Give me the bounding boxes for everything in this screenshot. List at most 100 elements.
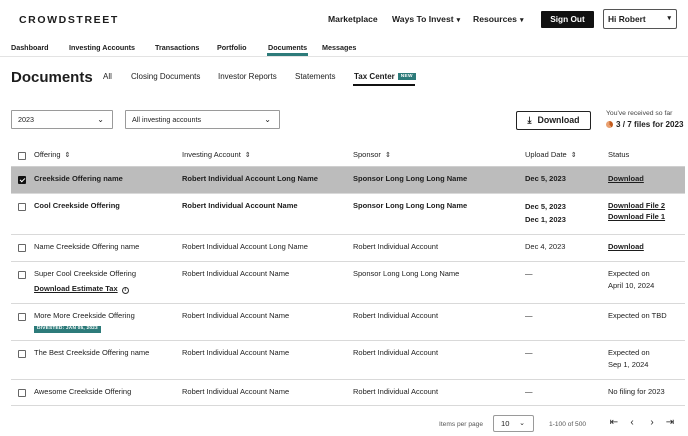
chevron-down-icon: ▾ xyxy=(519,17,524,24)
row-checkbox[interactable] xyxy=(18,176,26,184)
chevron-down-icon: ▾ xyxy=(456,17,461,24)
chevron-down-icon: ⌄ xyxy=(97,115,104,124)
year-select[interactable]: 2023 ⌄ xyxy=(11,110,113,129)
sponsor: Sponsor Long Long Long Name xyxy=(353,269,460,278)
divested-badge-wrap: DIVESTED: JAN 05, 2023 xyxy=(34,323,101,333)
nav-marketplace[interactable]: Marketplace xyxy=(328,14,378,24)
top-navigation: CROWDSTREET Marketplace Ways To Invest ▾ … xyxy=(0,0,688,38)
upload-date: — xyxy=(525,348,533,357)
upload-date: — xyxy=(525,269,533,278)
sponsor: Robert Individual Account xyxy=(353,387,439,396)
tab-tax-center[interactable]: Tax Center NEW xyxy=(354,72,416,81)
sponsor: Robert Individual Account xyxy=(353,311,439,320)
divider xyxy=(0,56,688,57)
page-title: Documents xyxy=(11,69,93,86)
previous-page-icon[interactable]: ‹ xyxy=(626,417,638,428)
accounts-select[interactable]: All investing accounts ⌄ xyxy=(125,110,280,129)
download-link[interactable]: Download xyxy=(608,241,644,253)
subnav-portfolio[interactable]: Portfolio xyxy=(217,43,247,52)
divested-badge: DIVESTED: JAN 05, 2023 xyxy=(34,326,101,333)
status-text: Expected on TBD xyxy=(608,311,667,320)
column-sponsor[interactable]: Sponsor ⇕ xyxy=(353,150,391,159)
pagination-range: 1-100 of 500 xyxy=(549,421,587,428)
subnav-documents[interactable]: Documents xyxy=(268,43,307,52)
row-checkbox[interactable] xyxy=(18,313,26,321)
upload-date: Dec 5, 2023 xyxy=(525,174,566,183)
investing-account: Robert Individual Account Name xyxy=(182,348,290,357)
row-checkbox[interactable] xyxy=(18,389,26,397)
table-row[interactable]: Awesome Creekside Offering Robert Indivi… xyxy=(11,380,685,406)
nav-ways-to-invest[interactable]: Ways To Invest ▾ xyxy=(392,14,460,24)
status-text: Expected on April 10, 2024 xyxy=(608,269,655,290)
row-checkbox[interactable] xyxy=(18,271,26,279)
items-per-page-label: Items per page xyxy=(439,421,483,428)
download-estimate-tax-link[interactable]: Download Estimate Tax i xyxy=(34,283,129,295)
investing-account: Robert Individual Account Long Name xyxy=(182,174,318,183)
offering-name: Super Cool Creekside Offering xyxy=(34,269,136,278)
sort-icon[interactable]: ⇕ xyxy=(245,152,251,159)
active-tab-indicator xyxy=(353,84,415,86)
row-checkbox[interactable] xyxy=(18,350,26,358)
sort-icon[interactable]: ⇕ xyxy=(385,152,391,159)
offering-name: More More Creekside Offering xyxy=(34,311,135,320)
row-checkbox[interactable] xyxy=(18,203,26,211)
table-header: Offering ⇕ Investing Account ⇕ Sponsor ⇕ Up… xyxy=(11,142,685,167)
column-upload-date[interactable]: Upload Date ⇕ xyxy=(525,150,577,159)
sponsor: Robert Individual Account xyxy=(353,242,439,251)
investing-account: Robert Individual Account Name xyxy=(182,311,290,320)
received-label: You've received so far xyxy=(606,110,673,117)
investing-account: Robert Individual Account Name xyxy=(182,201,298,210)
received-summary: 3 / 7 files for 2023 xyxy=(606,120,684,129)
sponsor: Sponsor Long Long Long Name xyxy=(353,174,468,183)
offering-name: Name Creekside Offering name xyxy=(34,242,140,251)
last-page-icon[interactable]: ⇥ xyxy=(664,417,676,428)
table-row[interactable]: Name Creekside Offering name Robert Indi… xyxy=(11,235,685,262)
table-row[interactable]: More More Creekside Offering DIVESTED: J… xyxy=(11,304,685,341)
table-row[interactable]: Creekside Offering name Robert Individua… xyxy=(11,167,685,194)
tab-investor-reports[interactable]: Investor Reports xyxy=(218,72,277,81)
tab-statements[interactable]: Statements xyxy=(295,72,335,81)
row-checkbox[interactable] xyxy=(18,244,26,252)
offering-name: Cool Creekside Offering xyxy=(34,201,120,210)
table-row[interactable]: Cool Creekside Offering Robert Individua… xyxy=(11,194,685,235)
investing-account: Robert Individual Account Name xyxy=(182,387,290,396)
subnav-investing-accounts[interactable]: Investing Accounts xyxy=(69,43,135,52)
investing-account: Robert Individual Account Long Name xyxy=(182,242,308,251)
offering-name: Creekside Offering name xyxy=(34,174,123,183)
items-per-page-select[interactable]: 10 ⌄ xyxy=(493,415,534,432)
sponsor: Robert Individual Account xyxy=(353,348,439,357)
tab-closing-documents[interactable]: Closing Documents xyxy=(131,72,200,81)
subnav-transactions[interactable]: Transactions xyxy=(155,43,199,52)
chevron-down-icon: ⌄ xyxy=(264,115,271,124)
next-page-icon[interactable]: › xyxy=(646,417,658,428)
info-icon[interactable]: i xyxy=(121,287,129,294)
column-status: Status xyxy=(608,150,630,159)
column-offering[interactable]: Offering ⇕ xyxy=(34,150,70,159)
table-row[interactable]: The Best Creekside Offering name Robert … xyxy=(11,341,685,380)
subnav-messages[interactable]: Messages xyxy=(322,43,356,52)
subnav-dashboard[interactable]: Dashboard xyxy=(11,43,49,52)
download-file-1-link[interactable]: Download File 1 xyxy=(608,211,665,223)
user-menu-select[interactable]: Hi Robert ▾ xyxy=(603,9,677,29)
upload-date: Dec 5, 2023 xyxy=(525,202,566,211)
chevron-down-icon: ▾ xyxy=(667,15,671,22)
sort-icon[interactable]: ⇕ xyxy=(571,152,577,159)
sign-out-button[interactable]: Sign Out xyxy=(541,11,594,28)
progress-pie-icon xyxy=(606,121,613,128)
download-button[interactable]: ⤓ Download xyxy=(516,111,591,130)
download-link[interactable]: Download xyxy=(608,173,644,185)
nav-resources[interactable]: Resources ▾ xyxy=(473,14,523,24)
first-page-icon[interactable]: ⇤ xyxy=(608,417,620,428)
column-investing-account[interactable]: Investing Account ⇕ xyxy=(182,150,251,159)
table-row[interactable]: Super Cool Creekside Offering Download E… xyxy=(11,262,685,304)
offering-name: Awesome Creekside Offering xyxy=(34,387,132,396)
tab-all[interactable]: All xyxy=(103,72,112,81)
investing-account: Robert Individual Account Name xyxy=(182,269,290,278)
download-icon: ⤓ xyxy=(527,115,532,125)
status-text: Expected on Sep 1, 2024 xyxy=(608,348,650,369)
sort-icon[interactable]: ⇕ xyxy=(65,152,71,159)
new-badge: NEW xyxy=(397,73,416,80)
select-all-checkbox[interactable] xyxy=(18,152,26,160)
logo[interactable]: CROWDSTREET xyxy=(19,14,119,26)
offering-name: The Best Creekside Offering name xyxy=(34,348,150,357)
